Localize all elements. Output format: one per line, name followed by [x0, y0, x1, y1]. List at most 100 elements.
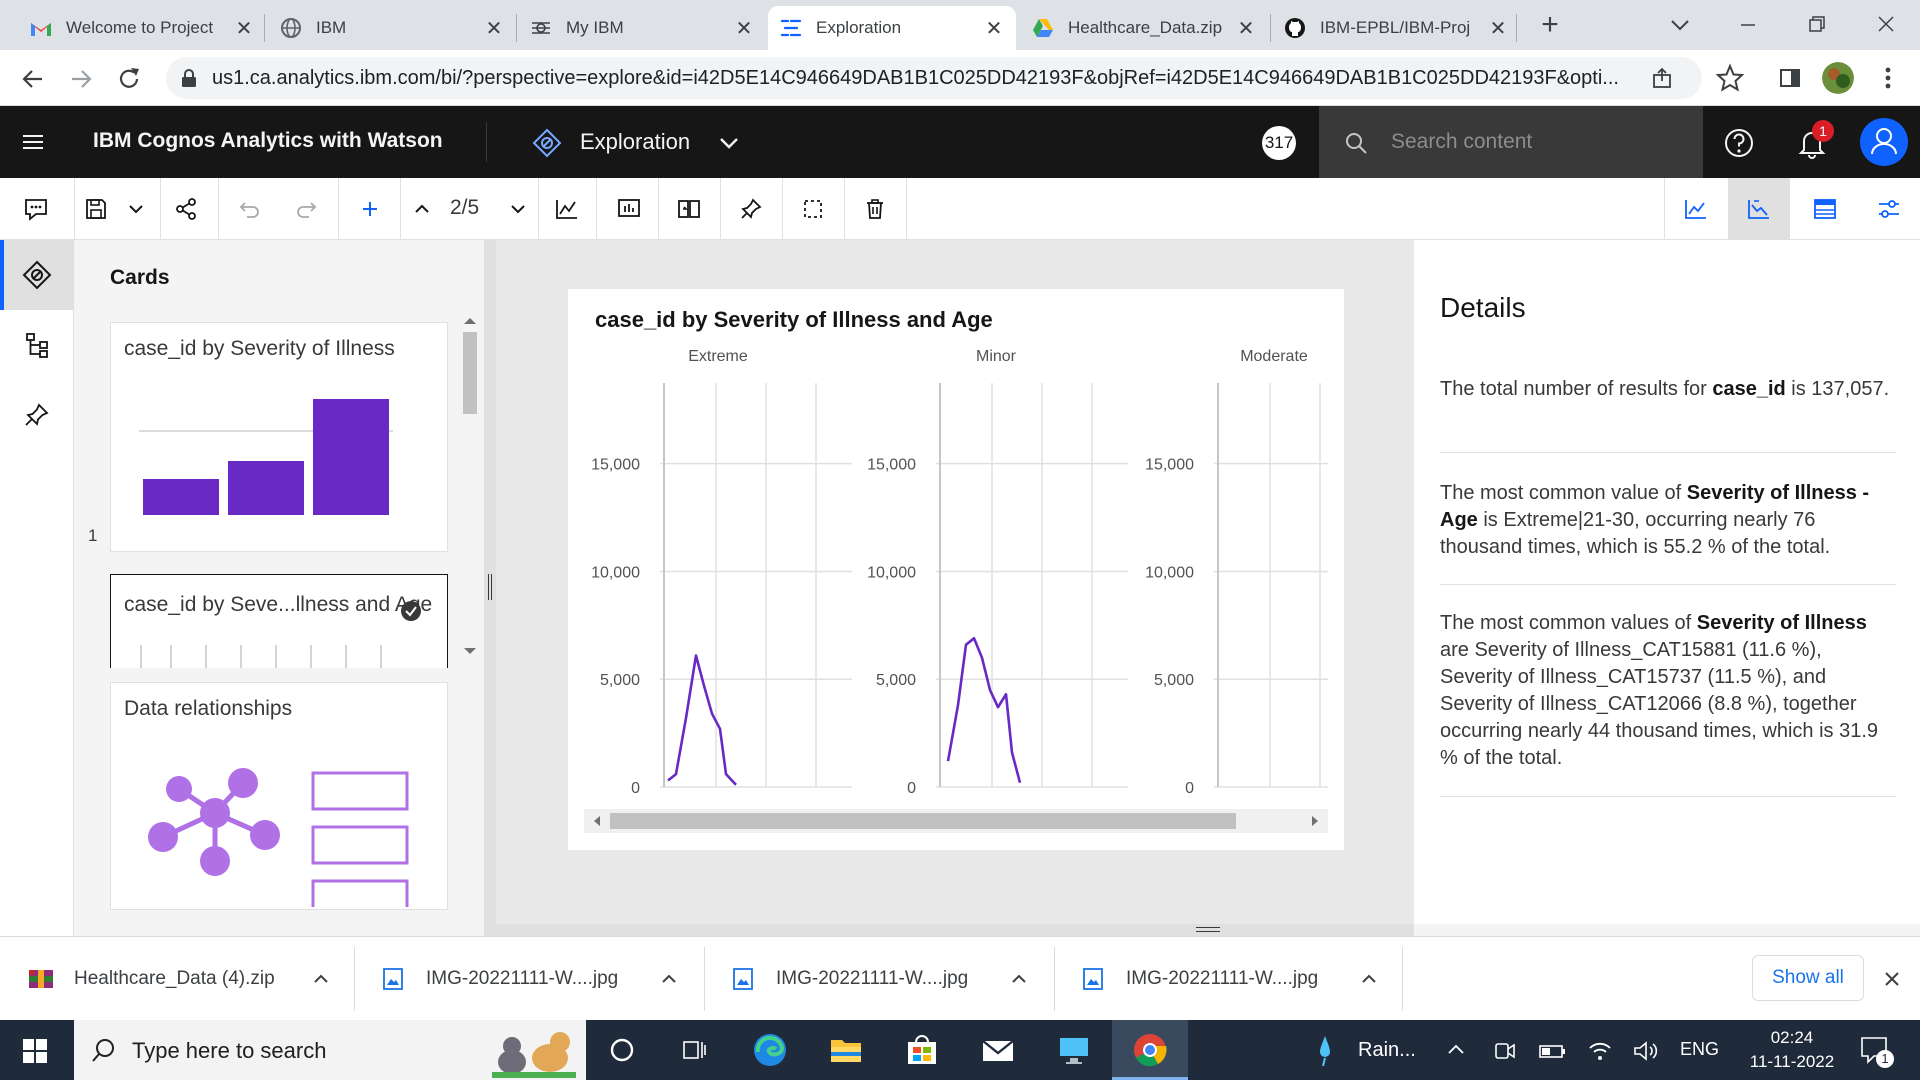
clock[interactable]: 02:24 11-11-2022: [1740, 1026, 1844, 1074]
count-badge[interactable]: 317: [1262, 126, 1296, 160]
explore-nav-button[interactable]: [0, 240, 74, 310]
windows-start-icon[interactable]: [22, 1038, 48, 1064]
save-options-chevron-icon[interactable]: [110, 178, 162, 240]
search-input[interactable]: Search content: [1391, 130, 1532, 154]
close-tab-icon[interactable]: ✕: [484, 16, 504, 41]
bottom-splitter[interactable]: [496, 924, 1414, 936]
lock-icon[interactable]: [180, 68, 198, 88]
browser-tab-drive[interactable]: Healthcare_Data.zip ✕: [1020, 6, 1268, 50]
previous-card-chevron-up-icon[interactable]: [400, 178, 444, 240]
panel-splitter[interactable]: [484, 240, 496, 936]
pins-nav-button[interactable]: [0, 380, 74, 450]
bookmark-star-icon[interactable]: [1714, 62, 1746, 94]
chrome-taskbar-button[interactable]: [1112, 1020, 1188, 1080]
delete-icon[interactable]: [846, 178, 904, 240]
show-all-downloads-button[interactable]: Show all: [1752, 955, 1864, 1001]
cortana-icon[interactable]: [608, 1036, 636, 1064]
chevron-up-icon[interactable]: [1008, 969, 1030, 989]
share-icon[interactable]: [1650, 65, 1676, 91]
add-card-icon[interactable]: [342, 178, 398, 240]
card-severity-and-age[interactable]: case_id by Seve...llness and Age: [110, 574, 448, 668]
meet-now-icon[interactable]: [1492, 1038, 1518, 1064]
file-explorer-icon[interactable]: [828, 1032, 864, 1068]
forward-icon[interactable]: [64, 62, 98, 96]
redo-icon[interactable]: [280, 178, 336, 240]
close-window-icon[interactable]: [1866, 10, 1906, 40]
new-tab-button[interactable]: +: [1530, 8, 1570, 44]
browser-tab-exploration[interactable]: Exploration ✕: [768, 6, 1016, 50]
profile-avatar[interactable]: [1822, 62, 1854, 94]
close-tab-icon[interactable]: ✕: [1488, 16, 1508, 41]
url-text[interactable]: us1.ca.analytics.ibm.com/bi/?perspective…: [212, 67, 1642, 90]
chevron-up-icon[interactable]: [1358, 969, 1380, 989]
download-item[interactable]: IMG-20221111-W....jpg: [732, 937, 1052, 1021]
share-icon[interactable]: [158, 178, 214, 240]
edge-browser-icon[interactable]: [752, 1032, 788, 1068]
taskbar-search-box[interactable]: Type here to search: [74, 1020, 586, 1080]
compare-icon[interactable]: [660, 178, 718, 240]
reload-icon[interactable]: [112, 62, 146, 96]
mail-icon[interactable]: [980, 1032, 1016, 1068]
close-tab-icon[interactable]: ✕: [734, 16, 754, 41]
remote-desktop-icon[interactable]: [1056, 1032, 1092, 1068]
tab-search-chevron-icon[interactable]: [1662, 12, 1698, 38]
chart-scrollbar[interactable]: [584, 809, 1328, 833]
pin-icon[interactable]: [722, 178, 780, 240]
chevron-up-icon[interactable]: [310, 969, 332, 989]
language-indicator[interactable]: ENG: [1680, 1039, 1719, 1060]
back-icon[interactable]: [16, 62, 50, 96]
visualization-card[interactable]: case_id by Severity of Illness and Age E…: [568, 289, 1344, 850]
data-table-icon[interactable]: [1794, 178, 1856, 240]
help-icon[interactable]: [1722, 126, 1756, 160]
next-card-chevron-down-icon[interactable]: [496, 178, 540, 240]
browser-tab-gmail[interactable]: Welcome to Project ✕: [18, 6, 266, 50]
chart-view-icon[interactable]: [1666, 178, 1726, 240]
scrollbar-thumb[interactable]: [610, 813, 1236, 829]
taskbar-search-input[interactable]: Type here to search: [132, 1038, 326, 1064]
search-box[interactable]: Search content: [1319, 106, 1703, 178]
data-tree-nav-button[interactable]: [0, 310, 74, 380]
y-tick-label: 5,000: [600, 672, 640, 689]
chevron-up-icon[interactable]: [658, 969, 680, 989]
comment-icon[interactable]: [8, 178, 64, 240]
address-bar[interactable]: us1.ca.analytics.ibm.com/bi/?perspective…: [166, 57, 1702, 99]
chevron-down-icon[interactable]: [716, 130, 742, 156]
show-hidden-icons-chevron-icon[interactable]: [1444, 1038, 1468, 1062]
close-tab-icon[interactable]: ✕: [984, 16, 1004, 41]
restore-window-icon[interactable]: [1796, 10, 1836, 40]
browser-menu-icon[interactable]: [1872, 62, 1904, 94]
download-item[interactable]: IMG-20221111-W....jpg: [1082, 937, 1402, 1021]
volume-icon[interactable]: [1632, 1038, 1660, 1064]
wifi-icon[interactable]: [1586, 1038, 1614, 1064]
side-panel-icon[interactable]: [1774, 62, 1806, 94]
browser-tab-ibm[interactable]: IBM ✕: [268, 6, 516, 50]
select-area-icon[interactable]: [784, 178, 842, 240]
minimize-window-icon[interactable]: [1728, 10, 1768, 40]
cards-scrollbar[interactable]: [460, 314, 480, 664]
close-downloads-icon[interactable]: [1878, 965, 1906, 993]
scrollbar-thumb[interactable]: [463, 332, 477, 414]
close-tab-icon[interactable]: ✕: [234, 16, 254, 41]
perspective-name[interactable]: Exploration: [580, 129, 690, 155]
insights-icon[interactable]: [600, 178, 658, 240]
hamburger-menu-icon[interactable]: [18, 128, 48, 156]
action-center-icon[interactable]: 1: [1856, 1034, 1896, 1068]
insights-view-icon[interactable]: [1728, 178, 1790, 240]
weather-rain-icon[interactable]: [1314, 1032, 1336, 1068]
download-item[interactable]: IMG-20221111-W....jpg: [382, 937, 702, 1021]
properties-icon[interactable]: [1858, 178, 1920, 240]
download-item[interactable]: Healthcare_Data (4).zip: [28, 937, 348, 1021]
undo-icon[interactable]: [220, 178, 276, 240]
browser-tab-my-ibm[interactable]: My IBM ✕: [518, 6, 766, 50]
card-data-relationships[interactable]: Data relationships: [110, 682, 448, 910]
line-chart[interactable]: Extreme 15,000 10,000 5,000 0 Minor 15,000 10,0…: [568, 289, 1344, 850]
visualization-type-icon[interactable]: [538, 178, 596, 240]
task-view-icon[interactable]: [680, 1036, 708, 1064]
microsoft-store-icon[interactable]: [904, 1032, 940, 1068]
weather-text[interactable]: Rain...: [1358, 1039, 1416, 1062]
close-tab-icon[interactable]: ✕: [1236, 16, 1256, 41]
battery-icon[interactable]: [1538, 1038, 1566, 1064]
card-severity-of-illness[interactable]: case_id by Severity of Illness: [110, 322, 448, 552]
user-avatar[interactable]: [1860, 118, 1908, 166]
browser-tab-github[interactable]: IBM-EPBL/IBM-Proj ✕: [1272, 6, 1520, 50]
